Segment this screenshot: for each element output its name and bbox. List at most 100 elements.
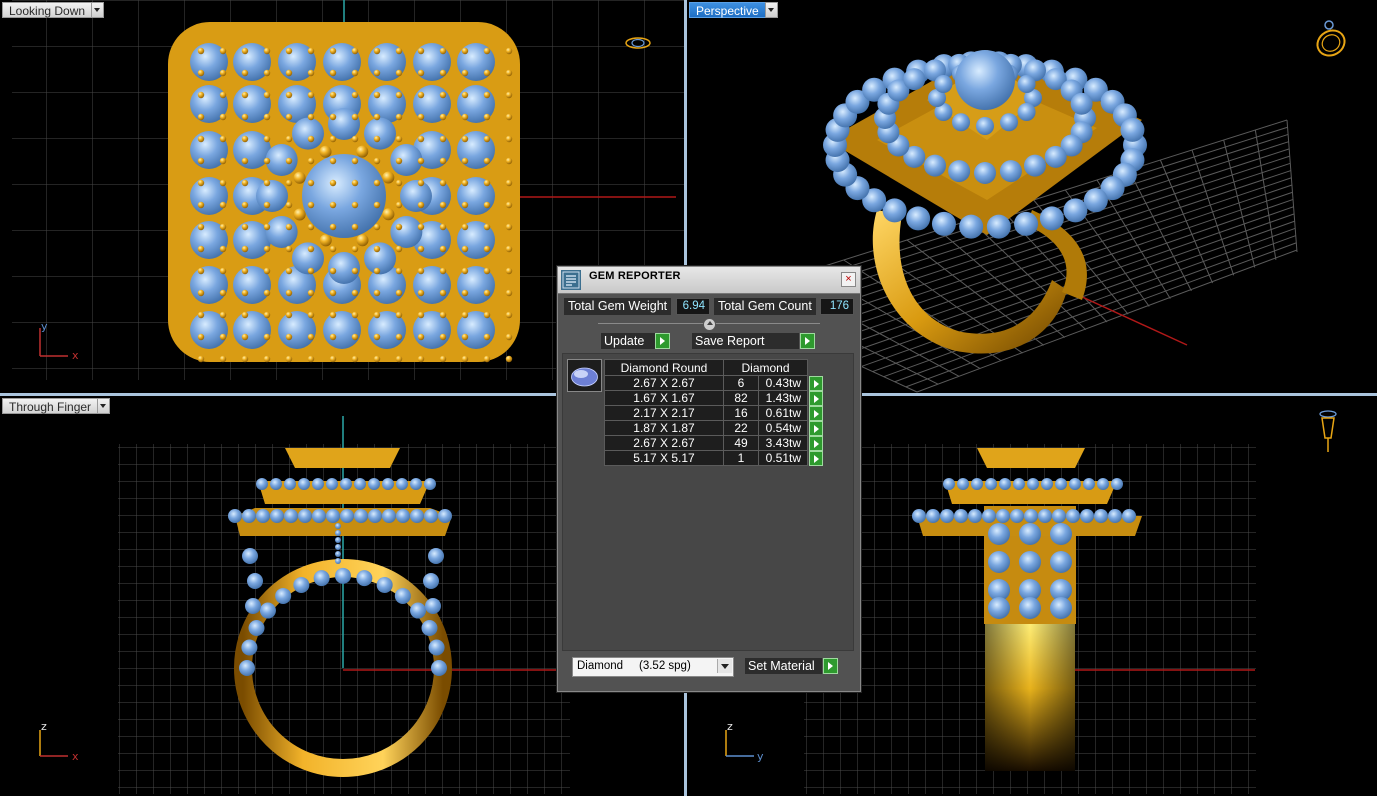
go-arrow-icon[interactable] — [809, 390, 823, 406]
bead — [461, 267, 469, 275]
bead — [241, 289, 249, 297]
halo-gem — [410, 509, 424, 523]
go-arrow-icon[interactable] — [809, 405, 823, 421]
halo-gem — [954, 509, 968, 523]
set-material-button[interactable]: Set Material — [745, 658, 841, 674]
bead — [505, 157, 513, 165]
table-row[interactable]: 5.17 X 5.17 1 0.51tw — [604, 450, 826, 466]
gem-reporter-titlebar[interactable]: GEM REPORTER × — [558, 267, 860, 294]
bead — [483, 91, 491, 99]
gem-count-cell: 6 — [723, 375, 759, 391]
bead — [241, 201, 249, 209]
side-gem — [425, 598, 441, 614]
bead — [505, 135, 513, 143]
bead — [373, 311, 381, 319]
accent-gem — [1024, 154, 1046, 177]
bead — [505, 333, 513, 341]
bead — [263, 47, 271, 55]
gem-count-cell: 1 — [723, 450, 759, 466]
material-select[interactable]: Diamond (3.52 spg) — [572, 657, 734, 677]
halo-gem — [996, 509, 1010, 523]
shank-gem — [293, 576, 310, 593]
halo-gem — [340, 509, 354, 523]
bead — [395, 91, 403, 99]
save-report-button[interactable]: Save Report — [692, 333, 818, 349]
go-arrow-icon[interactable] — [809, 375, 823, 391]
bead — [329, 47, 337, 55]
bead — [395, 69, 403, 77]
viewport-label-looking-down[interactable]: Looking Down — [2, 2, 105, 18]
viewport-label-perspective[interactable]: Perspective — [689, 2, 778, 18]
go-arrow-icon[interactable] — [809, 420, 823, 436]
shank-gem — [239, 660, 255, 676]
bead — [373, 47, 381, 55]
go-arrow-icon[interactable] — [655, 333, 670, 349]
axis-triad-icon: z x — [39, 720, 79, 763]
bead — [417, 91, 425, 99]
bead — [395, 47, 403, 55]
bead — [263, 179, 271, 187]
pave-gem — [1050, 551, 1072, 573]
bead — [373, 157, 381, 165]
accent-gem — [934, 75, 953, 93]
bead — [285, 333, 293, 341]
bead — [285, 91, 293, 99]
close-icon[interactable]: × — [841, 272, 856, 287]
bead — [285, 311, 293, 319]
halo-gem — [971, 478, 983, 490]
total-gem-weight-value: 6.94 — [676, 298, 710, 315]
table-row[interactable]: 1.67 X 1.67 82 1.43tw — [604, 390, 826, 406]
round-diamond-icon[interactable] — [567, 359, 602, 392]
bead — [285, 113, 293, 121]
bead — [461, 223, 469, 231]
accent-gem — [906, 206, 931, 231]
pave-gem — [1019, 523, 1041, 545]
bead — [461, 355, 469, 363]
bead — [307, 223, 315, 231]
axis-label-x: x — [72, 349, 79, 362]
halo-gem — [424, 509, 438, 523]
halo-gem — [1069, 478, 1081, 490]
bead — [417, 333, 425, 341]
bead — [439, 135, 447, 143]
go-arrow-icon[interactable] — [800, 333, 815, 349]
go-arrow-icon[interactable] — [809, 435, 823, 451]
bead — [307, 91, 315, 99]
bead — [351, 245, 359, 253]
bead — [329, 179, 337, 187]
bead — [241, 333, 249, 341]
viewport-dropdown-icon[interactable] — [764, 2, 778, 18]
bead — [197, 245, 205, 253]
go-arrow-icon[interactable] — [809, 450, 823, 466]
bead — [461, 47, 469, 55]
table-row[interactable]: 2.67 X 2.67 6 0.43tw — [604, 375, 826, 391]
prong — [293, 171, 306, 184]
table-row[interactable]: 2.17 X 2.17 16 0.61tw — [604, 405, 826, 421]
viewport-dropdown-icon[interactable] — [97, 398, 111, 414]
gem-size-cell: 2.17 X 2.17 — [604, 405, 724, 421]
side-gem — [242, 548, 258, 564]
go-arrow-icon[interactable] — [823, 658, 838, 674]
table-row[interactable]: 1.87 X 1.87 22 0.54tw — [604, 420, 826, 436]
bead — [439, 289, 447, 297]
bead — [263, 201, 271, 209]
collapse-up-icon[interactable] — [703, 318, 716, 331]
prong — [356, 234, 369, 247]
bead — [505, 311, 513, 319]
shank-gem — [248, 620, 265, 637]
bead — [439, 223, 447, 231]
bead — [505, 91, 513, 99]
bead — [285, 201, 293, 209]
bead — [263, 245, 271, 253]
pave-gem — [1019, 551, 1041, 573]
bead — [197, 355, 205, 363]
bead — [483, 223, 491, 231]
table-row[interactable]: 2.67 X 2.67 49 3.43tw — [604, 435, 826, 451]
chevron-down-icon[interactable] — [717, 659, 732, 673]
bead — [197, 333, 205, 341]
update-button[interactable]: Update — [601, 333, 671, 349]
bead — [219, 179, 227, 187]
gem-count-cell: 16 — [723, 405, 759, 421]
viewport-label-through-finger[interactable]: Through Finger — [2, 398, 111, 414]
viewport-dropdown-icon[interactable] — [91, 2, 105, 18]
